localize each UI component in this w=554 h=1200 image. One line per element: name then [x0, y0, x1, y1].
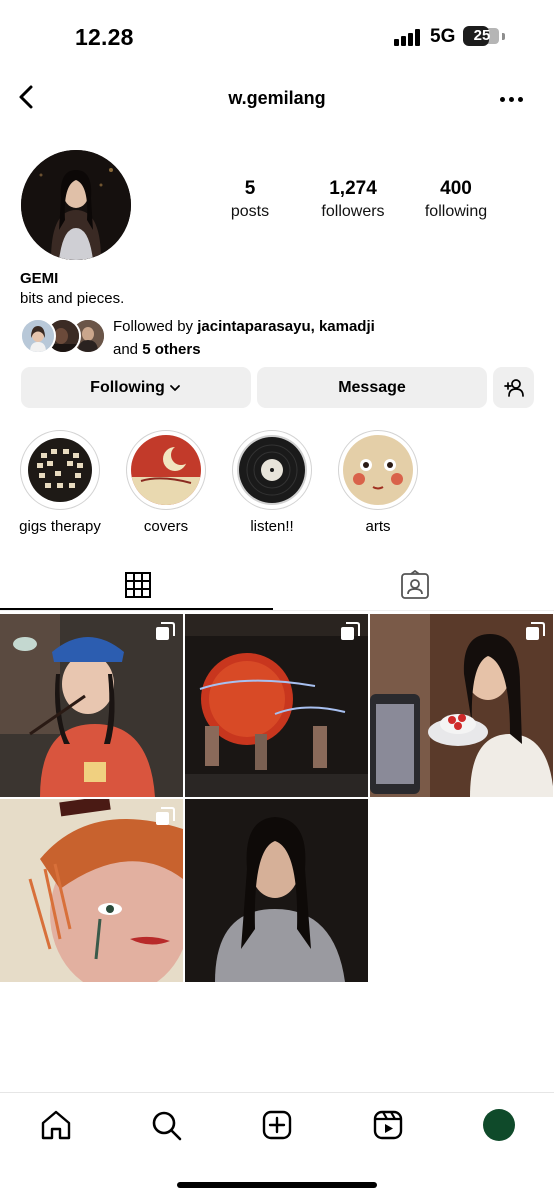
tagged-icon [401, 570, 429, 599]
highlight-listen[interactable]: listen!! [227, 430, 317, 535]
status-bar: 12.28 5G 25 [0, 0, 554, 70]
stat-following[interactable]: 400 following [406, 178, 506, 222]
profile-avatar-icon [483, 1109, 515, 1141]
tab-posts-grid[interactable] [0, 560, 277, 612]
more-horizontal-icon [500, 97, 505, 102]
followed-by-and: and [113, 341, 143, 358]
followers-label: followers [321, 203, 385, 220]
followed-by-others[interactable]: 5 others [142, 341, 200, 358]
followed-by-prefix: Followed by [113, 318, 198, 335]
display-name: GEMI [20, 270, 59, 287]
moon-art-icon [131, 435, 201, 505]
profile-avatar[interactable] [21, 150, 131, 260]
post-thumbnail[interactable] [0, 799, 183, 982]
highlight-label: covers [143, 518, 189, 535]
reels-icon [373, 1110, 403, 1140]
nav-create[interactable] [259, 1107, 295, 1143]
post-thumbnail[interactable] [185, 614, 368, 797]
stat-followers[interactable]: 1,274 followers [303, 178, 403, 222]
signal-icon [394, 29, 422, 46]
home-indicator[interactable] [177, 1182, 377, 1188]
profile-username: w.gemilang [228, 88, 326, 108]
highlight-arts[interactable]: arts [333, 430, 423, 535]
posts-count: 5 [244, 178, 256, 199]
post-thumbnail[interactable] [0, 614, 183, 797]
network-type: 5G [430, 26, 456, 47]
divider [0, 1092, 554, 1093]
carousel-icon [156, 807, 175, 825]
mutual-followers-avatars[interactable] [20, 318, 106, 356]
avatar [20, 318, 56, 354]
nav-home[interactable] [38, 1107, 74, 1143]
add-user-button[interactable] [493, 367, 534, 408]
add-user-icon [503, 378, 524, 397]
divider [0, 610, 554, 611]
search-icon [152, 1111, 182, 1141]
home-icon [41, 1110, 71, 1140]
nav-search[interactable] [148, 1107, 184, 1143]
post-thumbnail[interactable] [370, 614, 553, 797]
message-button[interactable]: Message [257, 367, 487, 408]
nav-reels[interactable] [370, 1107, 406, 1143]
chevron-down-icon [169, 384, 180, 391]
carousel-icon [526, 622, 545, 640]
battery-level: 25 [473, 27, 491, 44]
message-label: Message [338, 378, 406, 396]
highlight-label: listen!! [250, 518, 294, 535]
highlight-label: gigs therapy [19, 518, 101, 535]
grid-icon [125, 572, 151, 598]
highlight-label: arts [365, 518, 391, 535]
followed-by-text[interactable]: Followed by jacintaparasayu, kamadji and… [113, 315, 375, 361]
carousel-icon [156, 622, 175, 640]
following-button[interactable]: Following [21, 367, 251, 408]
battery-cap [502, 33, 505, 40]
posts-label: posts [230, 203, 270, 220]
followed-by-names[interactable]: jacintaparasayu, kamadji [197, 318, 375, 335]
carousel-icon [341, 622, 360, 640]
stat-posts[interactable]: 5 posts [200, 178, 300, 222]
following-label: Following [90, 378, 165, 396]
nav-profile[interactable] [481, 1107, 517, 1143]
followers-count: 1,274 [329, 178, 377, 199]
highlight-covers[interactable]: covers [121, 430, 211, 535]
following-count: 400 [440, 178, 472, 199]
status-time: 12.28 [75, 24, 134, 50]
highlight-gigs-therapy[interactable]: gigs therapy [15, 430, 105, 535]
post-thumbnail[interactable] [185, 799, 368, 982]
create-icon [262, 1110, 292, 1140]
disco-ball-icon [25, 435, 95, 505]
face-art-icon [343, 435, 413, 505]
tab-tagged[interactable] [277, 560, 554, 612]
bio-text: bits and pieces. [20, 290, 125, 307]
vinyl-record-icon [237, 435, 307, 505]
more-options-button[interactable] [498, 86, 528, 112]
following-label: following [424, 203, 488, 220]
